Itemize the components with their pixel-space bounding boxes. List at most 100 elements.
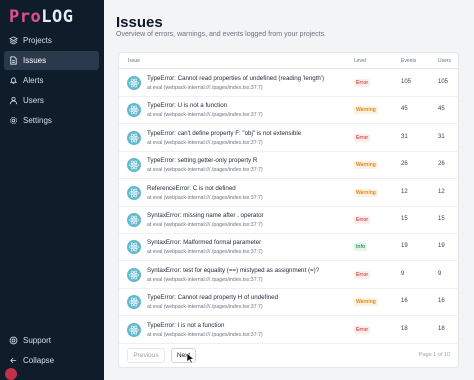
sidebar-item-issues[interactable]: Issues (4, 51, 99, 70)
sidebar-item-label: Issues (23, 56, 47, 65)
issue-location: at eval (webpack-internal:///./pages/ind… (147, 112, 263, 119)
table-row[interactable]: TypeError: Cannot read properties of und… (119, 70, 458, 97)
users-count: 15 (438, 216, 445, 222)
sidebar-bottom-nav: Support Collapse (4, 331, 99, 371)
events-count: 12 (401, 188, 408, 195)
sidebar-item-alerts[interactable]: Alerts (4, 71, 99, 90)
table-row[interactable]: TypeError: Cannot read property H of und… (119, 289, 458, 317)
users-count: 105 (438, 79, 449, 85)
issue-location: at eval (webpack-internal:///./pages/ind… (147, 276, 263, 283)
issue-location: at eval (webpack-internal:///./pages/ind… (147, 194, 263, 201)
sidebar-item-label: Support (23, 336, 52, 345)
sidebar-item-users[interactable]: Users (4, 91, 99, 110)
issue-message: TypeError: Cannot read property H of und… (147, 294, 279, 302)
issue-location: at eval (webpack-internal:///./pages/ind… (147, 304, 263, 311)
events-count: 45 (401, 106, 408, 113)
sidebar-item-label: Alerts (23, 76, 44, 85)
level-badge: Warning (354, 106, 378, 115)
events-count: 105 (401, 79, 412, 85)
sidebar-item-projects[interactable]: Projects (4, 31, 99, 50)
issue-message: TypeError: can't define property F: "obj… (147, 129, 302, 137)
react-icon (127, 158, 141, 173)
level-badge: Warning (354, 161, 378, 170)
issue-location: at eval (webpack-internal:///./pages/ind… (147, 222, 263, 228)
issue-location: at eval (webpack-internal:///./pages/ind… (147, 249, 263, 256)
bell-icon (9, 77, 18, 85)
table-header: Issue Level Events Users (119, 53, 458, 69)
issue-location: at eval (webpack-internal:///./pages/ind… (147, 139, 263, 146)
sidebar-item-settings[interactable]: Settings (4, 111, 99, 130)
table-row[interactable]: SyntaxError: missing name after . operat… (119, 207, 458, 234)
collapse-button[interactable]: Collapse (4, 351, 99, 370)
sidebar-item-support[interactable]: Support (4, 331, 99, 350)
level-badge: Warning (354, 298, 378, 307)
level-badge: Error (354, 133, 371, 142)
react-icon (127, 76, 141, 90)
gear-icon (10, 117, 17, 124)
layers-icon (9, 36, 18, 45)
react-icon (127, 322, 141, 337)
issue-message: SyntaxError: test for equality (==) mist… (147, 266, 320, 274)
users-count: 16 (438, 298, 445, 305)
users-count: 26 (438, 161, 445, 168)
column-header-users: Users (438, 58, 452, 64)
main-content: Issues Overview of errors, warnings, and… (104, 0, 474, 380)
events-count: 18 (401, 325, 408, 332)
events-count: 26 (401, 161, 408, 168)
events-count: 19 (401, 243, 408, 250)
level-badge: Error (354, 216, 371, 224)
issues-table: Issue Level Events Users TypeError: Cann… (118, 52, 459, 368)
table-row[interactable]: TypeError: can't define property F: "obj… (119, 125, 458, 152)
previous-button[interactable]: Previous (127, 348, 165, 363)
table-row[interactable]: SyntaxError: test for equality (==) mist… (119, 262, 458, 289)
level-badge: Error (354, 79, 371, 87)
bug-icon (5, 368, 17, 380)
users-count: 12 (438, 188, 445, 195)
issue-message: TypeError: I is not a function (147, 321, 225, 329)
users-count: 19 (438, 243, 445, 250)
column-header-events: Events (401, 58, 417, 64)
events-count: 16 (401, 298, 408, 305)
column-header-issue: Issue (128, 58, 140, 64)
table-row[interactable]: TypeError: I is not a function at eval (w… (119, 317, 458, 344)
react-icon (127, 213, 141, 227)
table-row[interactable]: ReferenceError: C is not defined at eval … (119, 180, 458, 207)
sidebar: ProLOG Projects Issues Alerts Users Sett… (0, 0, 104, 380)
support-icon (9, 336, 18, 345)
table-row[interactable]: TypeError: U is not a function at eval (w… (119, 97, 458, 125)
issue-message: ReferenceError: C is not defined (147, 184, 236, 192)
issue-location: at eval (webpack-internal:///./pages/ind… (147, 85, 263, 91)
column-header-level: Level (354, 58, 366, 64)
table-row[interactable]: SyntaxError: Malformed formal parameter a… (119, 234, 458, 262)
pagination: Previous Next Page 1 of 10 (119, 346, 458, 368)
issue-message: SyntaxError: Malformed formal parameter (147, 239, 262, 247)
app-logo[interactable]: ProLOG (9, 7, 73, 27)
users-count: 45 (438, 106, 445, 113)
page-title: Issues (116, 14, 163, 31)
react-icon (127, 130, 141, 145)
issue-message: TypeError: Cannot read properties of und… (147, 75, 325, 82)
mouse-cursor-icon (186, 352, 195, 364)
table-row[interactable]: TypeError: setting getter-only property … (119, 152, 458, 180)
level-badge: Warning (354, 188, 378, 197)
react-icon (127, 267, 141, 282)
events-count: 15 (401, 216, 408, 222)
issue-message: SyntaxError: missing name after . operat… (147, 212, 264, 219)
users-icon (9, 96, 18, 105)
issue-location: at eval (webpack-internal:///./pages/ind… (147, 331, 263, 338)
arrow-left-icon (10, 357, 17, 364)
users-count: 31 (438, 133, 445, 140)
issue-message: TypeError: U is not a function (147, 102, 228, 110)
file-icon (10, 56, 17, 65)
react-icon (127, 103, 141, 118)
level-badge: Error (354, 325, 371, 334)
users-count: 9 (438, 270, 442, 277)
page-subtitle: Overview of errors, warnings, and events… (116, 31, 327, 38)
level-badge: Info (354, 243, 368, 252)
sidebar-nav: Projects Issues Alerts Users Settings (4, 31, 99, 131)
issue-location: at eval (webpack-internal:///./pages/ind… (147, 167, 263, 174)
sidebar-item-label: Projects (23, 36, 52, 45)
react-icon (127, 295, 141, 310)
sidebar-item-label: Settings (23, 116, 52, 125)
sidebar-item-label: Users (23, 96, 44, 105)
